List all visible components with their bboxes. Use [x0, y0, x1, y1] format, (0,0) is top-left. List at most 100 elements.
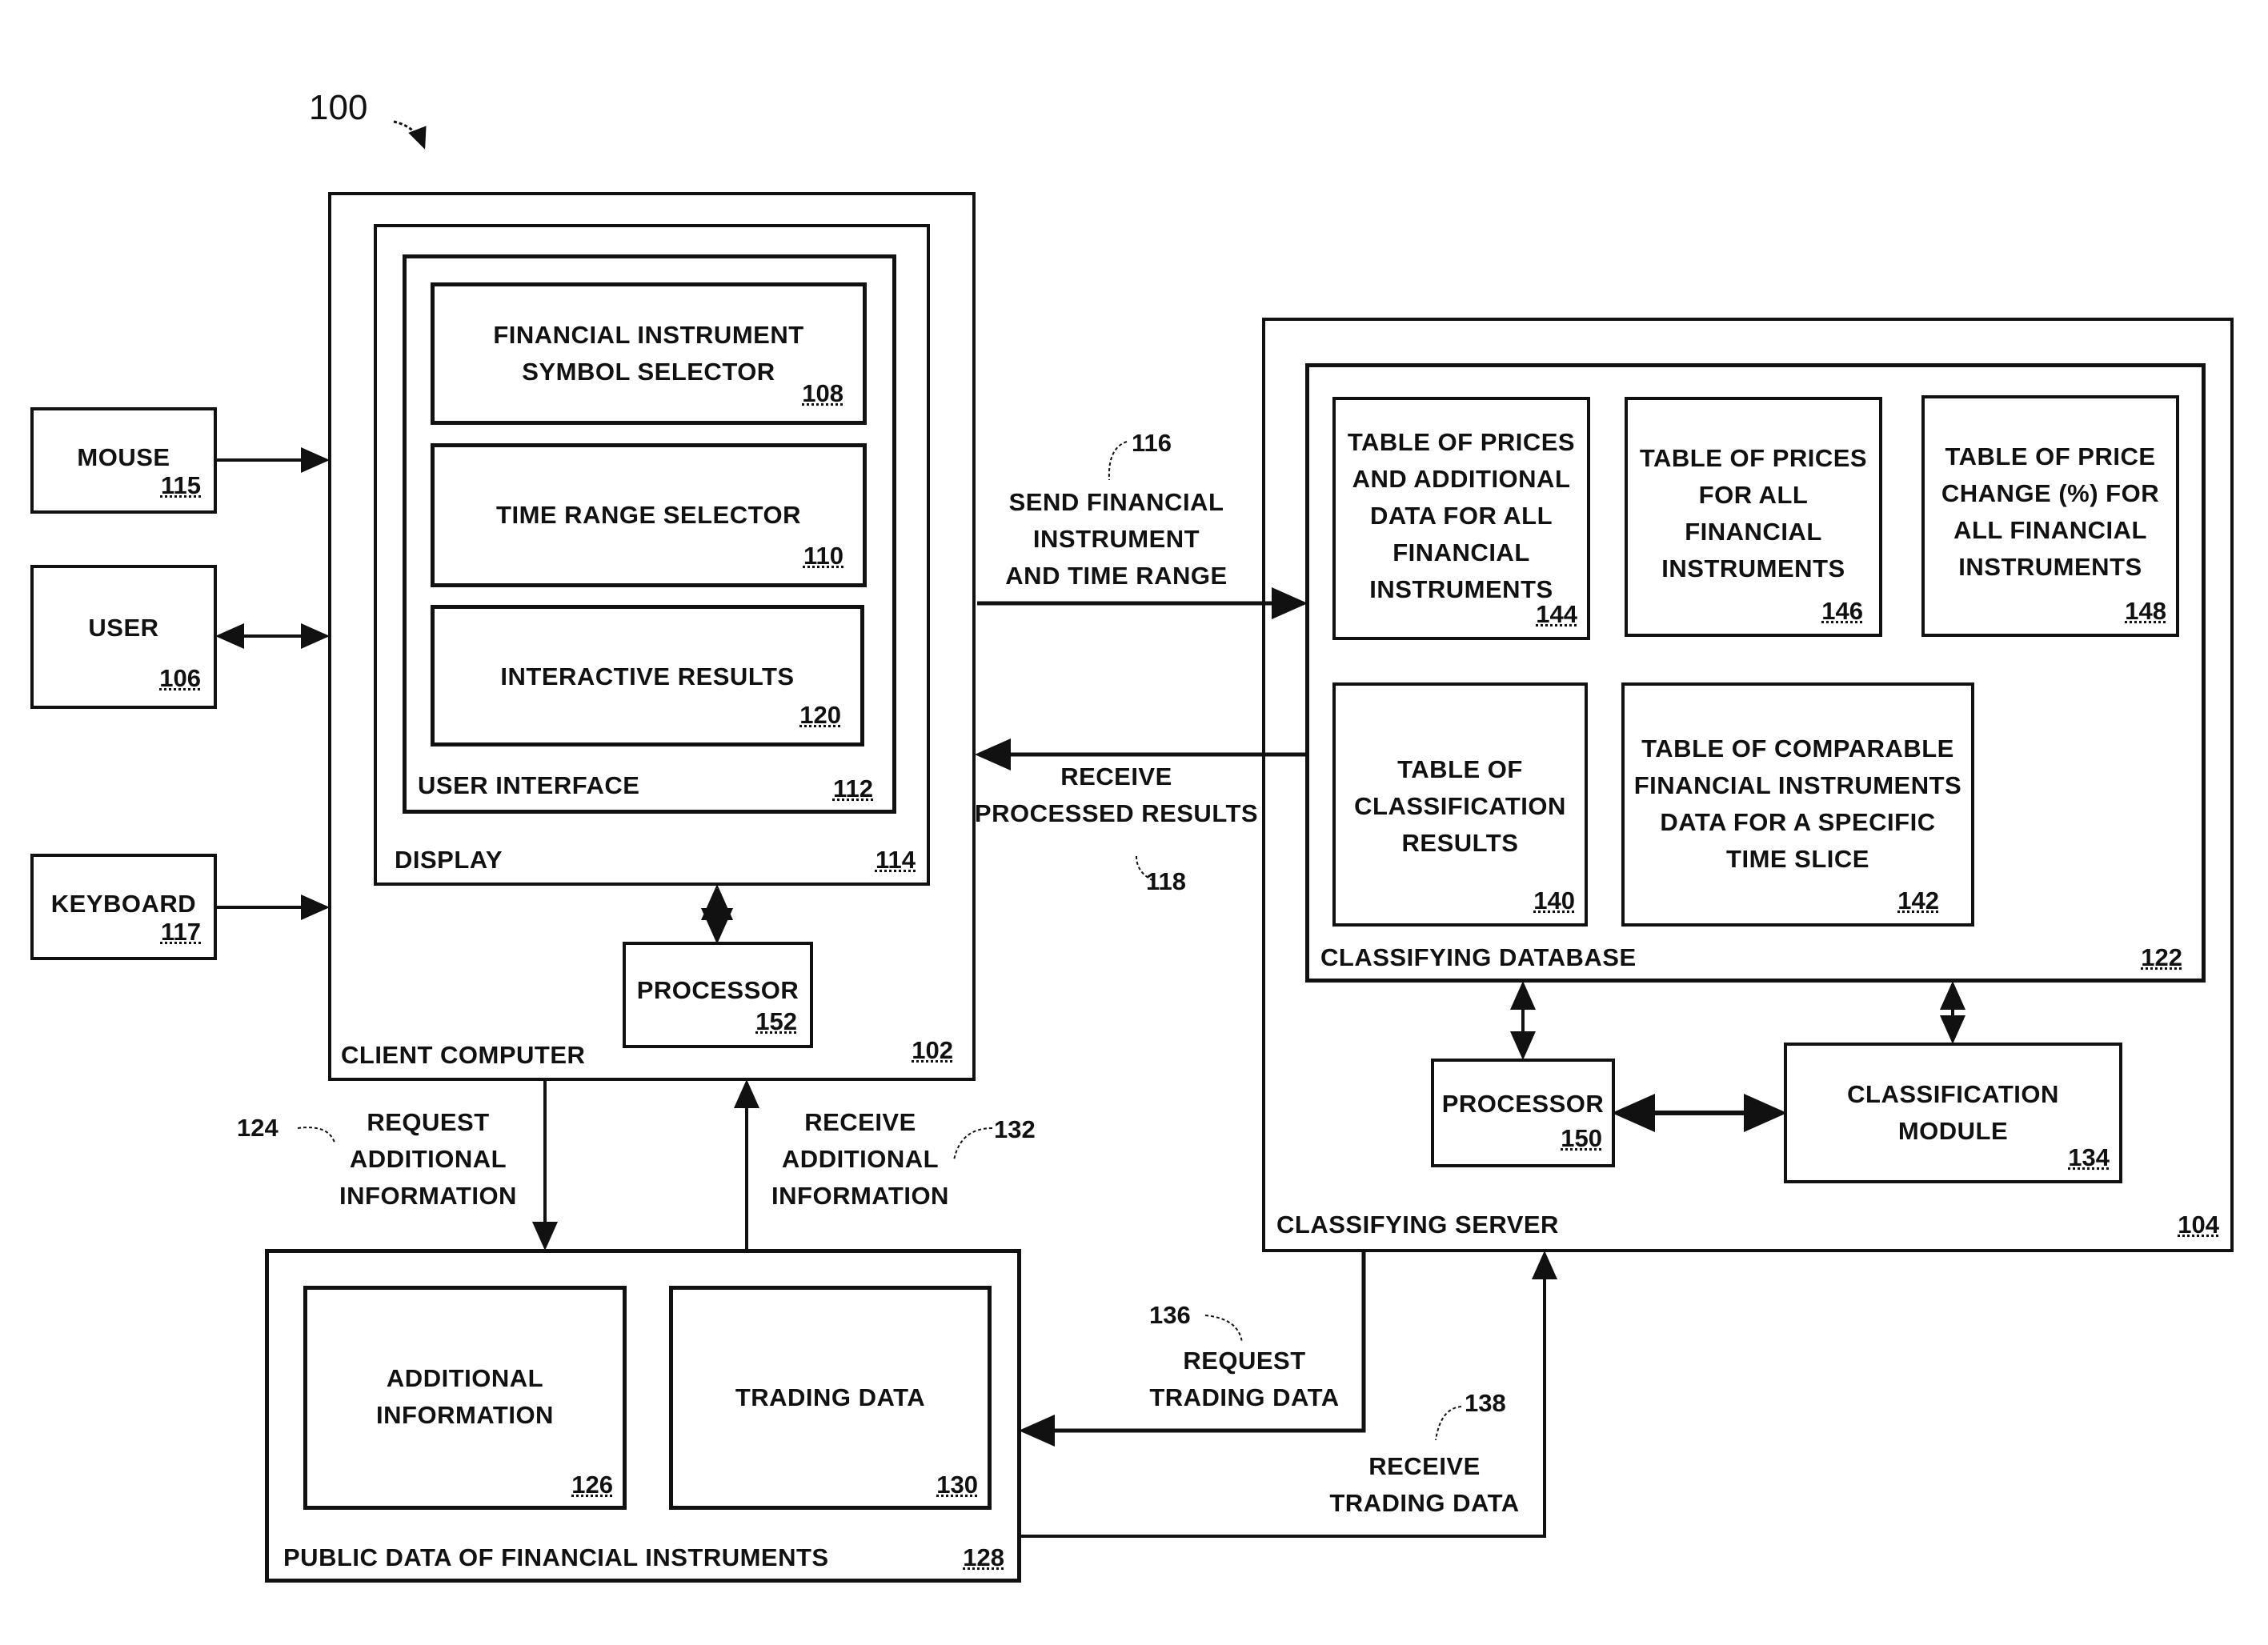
table-line: CLASSIFICATION — [1354, 792, 1566, 820]
user-interface-label: USER INTERFACE — [418, 771, 640, 799]
display-ref: 114 — [875, 846, 916, 874]
table-line: TABLE OF PRICE — [1945, 442, 2156, 470]
figure-number: 100 — [309, 88, 368, 127]
table-line: AND ADDITIONAL — [1352, 465, 1571, 493]
trading-data-label: TRADING DATA — [735, 1383, 926, 1411]
table-line: TABLE OF COMPARABLE — [1641, 734, 1954, 762]
server-processor-ref: 150 — [1561, 1124, 1602, 1152]
trading-data-box: TRADING DATA 130 — [669, 1286, 992, 1510]
table-prices-box: TABLE OF PRICES FOR ALL FINANCIAL INSTRU… — [1625, 397, 1882, 637]
flow-receive-additional-line: ADDITIONAL — [781, 1145, 940, 1173]
flow-receive-results-ref: 118 — [1146, 867, 1187, 895]
table-line: RESULTS — [1401, 829, 1519, 857]
flow-request-additional-line: INFORMATION — [339, 1182, 517, 1210]
flow-receive-trading-line: RECEIVE — [1368, 1452, 1481, 1480]
time-range-selector-label: TIME RANGE SELECTOR — [496, 501, 801, 529]
flow-receive-additional-ref: 132 — [994, 1115, 1036, 1143]
interactive-results-box: INTERACTIVE RESULTS 120 — [431, 605, 864, 746]
table-ref: 140 — [1533, 887, 1575, 915]
figure-pointer — [393, 120, 427, 150]
flow-request-trading-ref: 136 — [1149, 1301, 1191, 1329]
classifying-database-ref: 122 — [2141, 943, 2182, 971]
table-line: DATA FOR ALL — [1369, 502, 1553, 530]
symbol-selector-box: FINANCIAL INSTRUMENT SYMBOL SELECTOR 108 — [431, 282, 867, 425]
classification-module-ref: 134 — [2068, 1143, 2110, 1171]
table-line: TABLE OF PRICES — [1639, 444, 1868, 472]
interactive-results-label: INTERACTIVE RESULTS — [500, 662, 795, 690]
public-data-ref: 128 — [963, 1543, 1004, 1571]
flow-request-trading-line: TRADING DATA — [1149, 1383, 1340, 1411]
additional-information-ref: 126 — [571, 1471, 613, 1499]
table-line: TABLE OF — [1397, 755, 1523, 783]
table-line: DATA FOR A SPECIFIC — [1660, 808, 1936, 836]
table-ref: 146 — [1821, 597, 1863, 625]
table-ref: 148 — [2125, 597, 2166, 625]
mouse-box: MOUSE 115 — [30, 407, 217, 514]
flow-receive-trading-ref: 138 — [1465, 1389, 1506, 1417]
classification-module-box: CLASSIFICATION MODULE 134 — [1784, 1043, 2122, 1183]
classification-module-line: CLASSIFICATION — [1847, 1080, 2059, 1108]
table-line: ALL FINANCIAL — [1953, 516, 2147, 544]
leader-138 — [1435, 1406, 1462, 1441]
time-range-selector-ref: 110 — [803, 542, 843, 570]
client-processor-box: PROCESSOR 152 — [623, 942, 813, 1048]
table-line: CHANGE (%) FOR — [1941, 479, 2160, 507]
symbol-selector-line: FINANCIAL INSTRUMENT — [493, 321, 804, 349]
user-interface-ref: 112 — [832, 774, 873, 802]
symbol-selector-line: SYMBOL SELECTOR — [522, 358, 775, 386]
table-line: FOR ALL — [1698, 481, 1809, 509]
table-line: TABLE OF PRICES — [1347, 428, 1576, 456]
table-comparable-box: TABLE OF COMPARABLE FINANCIAL INSTRUMENT… — [1621, 682, 1974, 927]
flow-send-line: INSTRUMENT — [1032, 525, 1200, 553]
additional-information-line: INFORMATION — [376, 1401, 554, 1429]
flow-send-line: AND TIME RANGE — [1005, 562, 1228, 590]
classifying-server-label: CLASSIFYING SERVER — [1276, 1211, 1559, 1239]
flow-receive-additional-line: INFORMATION — [771, 1182, 949, 1210]
table-price-change-box: TABLE OF PRICE CHANGE (%) FOR ALL FINANC… — [1921, 395, 2179, 637]
client-computer-ref: 102 — [912, 1036, 953, 1064]
flow-send-ref: 116 — [1132, 429, 1172, 457]
leader-136 — [1204, 1315, 1243, 1343]
classifying-database-label: CLASSIFYING DATABASE — [1320, 943, 1637, 971]
table-line: TIME SLICE — [1726, 845, 1869, 873]
table-line: FINANCIAL INSTRUMENTS — [1633, 771, 1962, 799]
mouse-ref: 115 — [160, 471, 201, 499]
table-ref: 142 — [1897, 887, 1939, 915]
flow-send-line: SEND FINANCIAL — [1008, 488, 1224, 516]
classifying-server-ref: 104 — [2178, 1211, 2219, 1239]
table-line: INSTRUMENTS — [1958, 553, 2142, 581]
user-label: USER — [88, 614, 159, 642]
flow-request-additional-ref: 124 — [237, 1114, 278, 1142]
trading-data-ref: 130 — [936, 1471, 978, 1499]
flow-request-trading-line: REQUEST — [1183, 1347, 1306, 1375]
display-label: DISPLAY — [395, 846, 503, 874]
additional-information-line: ADDITIONAL — [386, 1364, 544, 1392]
table-line: FINANCIAL — [1685, 518, 1822, 546]
flow-request-additional-line: ADDITIONAL — [349, 1145, 507, 1173]
public-data-label: PUBLIC DATA OF FINANCIAL INSTRUMENTS — [283, 1543, 829, 1571]
table-line: FINANCIAL — [1392, 538, 1530, 566]
server-processor-label: PROCESSOR — [1441, 1090, 1605, 1118]
table-classification-results-box: TABLE OF CLASSIFICATION RESULTS 140 — [1332, 682, 1588, 927]
client-processor-ref: 152 — [755, 1007, 797, 1035]
table-prices-additional-box: TABLE OF PRICES AND ADDITIONAL DATA FOR … — [1332, 397, 1590, 640]
server-processor-box: PROCESSOR 150 — [1431, 1059, 1615, 1167]
symbol-selector-ref: 108 — [802, 379, 843, 407]
flow-receive-results-line: RECEIVE — [1060, 762, 1172, 790]
flow-request-additional-line: REQUEST — [367, 1108, 490, 1136]
table-ref: 144 — [1536, 600, 1577, 628]
interactive-results-ref: 120 — [799, 701, 841, 729]
leader-116 — [1108, 441, 1128, 481]
time-range-selector-box: TIME RANGE SELECTOR 110 — [431, 443, 867, 587]
additional-information-box: ADDITIONAL INFORMATION 126 — [303, 1286, 627, 1510]
flow-receive-results-line: PROCESSED RESULTS — [974, 799, 1259, 827]
user-ref: 106 — [159, 664, 201, 692]
flow-receive-additional-line: RECEIVE — [804, 1108, 916, 1136]
flow-receive-trading-line: TRADING DATA — [1329, 1489, 1520, 1517]
table-line: INSTRUMENTS — [1661, 554, 1845, 582]
client-computer-label: CLIENT COMPUTER — [341, 1041, 586, 1069]
keyboard-box: KEYBOARD 117 — [30, 854, 217, 960]
user-box: USER 106 — [30, 565, 217, 709]
keyboard-ref: 117 — [160, 918, 201, 946]
client-processor-label: PROCESSOR — [636, 976, 799, 1004]
